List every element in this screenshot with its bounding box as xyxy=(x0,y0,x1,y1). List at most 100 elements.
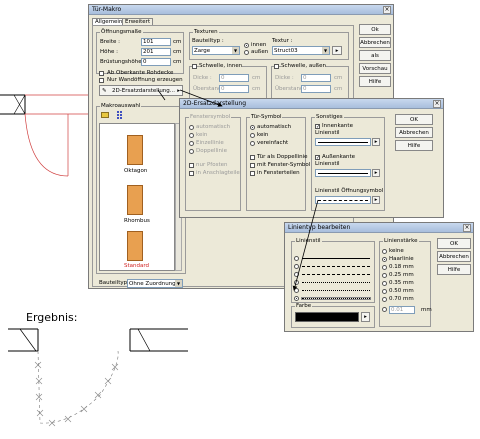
folder-icon[interactable] xyxy=(101,112,109,118)
schwelle-innen-dicke-input[interactable]: 0 xyxy=(219,74,249,82)
linienstaerke-option-radio[interactable] xyxy=(382,297,387,302)
linienstil-1-next-button[interactable]: ▸ xyxy=(372,138,380,146)
linienstil-oeffnung-next-button[interactable]: ▸ xyxy=(372,196,380,204)
linien-ok-button[interactable]: OK xyxy=(437,238,471,249)
linienstil-option-line[interactable] xyxy=(302,282,370,283)
custom-staerke-radio[interactable] xyxy=(382,307,387,312)
linienstaerke-option-radio[interactable] xyxy=(382,289,387,294)
tuer-automatisch-label: automatisch xyxy=(257,124,292,130)
in-anschlagteile-checkbox[interactable] xyxy=(189,171,194,176)
schwelle-aussen-dicke-input[interactable]: 0 xyxy=(301,74,331,82)
hoehe-unit: cm xyxy=(173,49,182,55)
tuer-doppellinie-checkbox[interactable] xyxy=(250,155,255,160)
linienstaerke-option-radio[interactable] xyxy=(382,249,387,254)
aussenkante-checkbox[interactable]: ✓ xyxy=(315,155,320,161)
linienstaerke-option-label: keine xyxy=(389,248,404,254)
macro-rhombus-label[interactable]: Rhombus xyxy=(124,218,150,225)
close-icon[interactable]: × xyxy=(383,6,391,14)
linienstil-1-select[interactable] xyxy=(315,138,371,146)
tuer-vereinfacht-radio[interactable] xyxy=(250,141,255,146)
ab-oberkante-label: Ab Oberkante Rohdecke xyxy=(107,70,174,76)
bruestung-input[interactable]: 0 xyxy=(141,58,171,66)
fen-automatisch-radio[interactable] xyxy=(189,125,194,130)
breite-input[interactable]: 101 xyxy=(141,38,171,46)
farbe-next-button[interactable]: ▸ xyxy=(361,312,370,322)
linienstil-option-line[interactable] xyxy=(302,274,370,275)
macro-oktagon-thumb[interactable] xyxy=(127,135,143,165)
linienstaerke-option-label: 0.70 mm xyxy=(389,296,414,302)
als-standard-button[interactable]: als Standard xyxy=(359,50,391,69)
linienstil-2-next-button[interactable]: ▸ xyxy=(372,169,380,177)
hoehe-input[interactable]: 201 xyxy=(141,48,171,56)
linienstil-option-radio[interactable] xyxy=(294,256,299,261)
fen-kein-radio[interactable] xyxy=(189,133,194,138)
aussen-radio[interactable] xyxy=(244,50,249,55)
innen-radio[interactable] xyxy=(244,43,249,48)
linienstaerke-option-radio[interactable] xyxy=(382,265,387,270)
macro-standard-thumb[interactable] xyxy=(127,231,143,261)
linien-hilfe-button[interactable]: Hilfe xyxy=(437,264,471,275)
macro-rhombus-thumb[interactable] xyxy=(127,185,143,215)
linienstil-option-radio[interactable] xyxy=(294,272,299,277)
macro-oktagon-label[interactable]: Oktagon xyxy=(124,168,147,175)
schwelle-aussen-ueberstand-input[interactable]: 0 xyxy=(301,85,331,93)
mit-fenster-symbol-checkbox[interactable] xyxy=(250,163,255,168)
ersatz-dialog: 2D-Ersatzdarstellung × Fenstersymbol auto… xyxy=(179,98,444,218)
ersatz-hilfe-button[interactable]: Hilfe xyxy=(395,140,433,151)
linien-abbrechen-button[interactable]: Abbrechen xyxy=(437,251,471,262)
close-icon[interactable]: × xyxy=(463,224,471,232)
ok-button[interactable]: Ok xyxy=(359,24,391,35)
fen-einzellinie-radio[interactable] xyxy=(189,141,194,146)
tuer-kein-label: kein xyxy=(257,132,269,138)
schwelle-innen-ueberstand-input[interactable]: 0 xyxy=(219,85,249,93)
aussenkante-label: Außenkante xyxy=(322,154,356,160)
linienstil-option-line[interactable] xyxy=(301,297,371,300)
nur-wandoeffnung-checkbox[interactable] xyxy=(99,78,104,83)
schwelle-aussen-dicke-unit: cm xyxy=(334,75,343,81)
in-fensterteilen-checkbox[interactable] xyxy=(250,171,255,176)
custom-staerke-input[interactable]: 0.01 xyxy=(389,306,415,314)
bauteiltyp-bottom-select[interactable]: Ohne Zuordnung xyxy=(127,279,183,288)
linienstil-option-line[interactable] xyxy=(302,266,370,267)
in-anschlagteile-label: in Anschlagteile xyxy=(196,170,240,176)
schwelle-innen-checkbox[interactable] xyxy=(192,64,197,69)
linienstaerke-option-radio[interactable] xyxy=(382,257,387,262)
tuer-automatisch-radio[interactable] xyxy=(250,125,255,130)
ersatzdarstellung-button-label: 2D-Ersatzdarstellung... xyxy=(112,88,176,94)
ab-oberkante-checkbox[interactable] xyxy=(99,71,104,76)
linienstil-option-radio[interactable] xyxy=(294,296,299,301)
ersatzdarstellung-button[interactable]: ✎ 2D-Ersatzdarstellung... ▸ xyxy=(99,85,183,96)
linienstil-oeffnung-select[interactable] xyxy=(315,196,371,204)
ersatz-ok-button[interactable]: OK xyxy=(395,114,433,125)
linienstil-option-line[interactable] xyxy=(302,290,370,291)
linienstil-option-radio[interactable] xyxy=(294,264,299,269)
textur-label: Textur : xyxy=(272,38,293,44)
tuer-vereinfacht-label: vereinfacht xyxy=(257,140,289,146)
textur-select[interactable]: Struct03 xyxy=(272,46,330,55)
ersatz-abbrechen-button[interactable]: Abbrechen xyxy=(395,127,433,138)
linienstil-option-line[interactable] xyxy=(302,258,370,259)
vorschau-button[interactable]: Vorschau xyxy=(359,63,391,74)
farbe-swatch[interactable] xyxy=(295,312,359,322)
nur-pfosten-checkbox[interactable] xyxy=(189,163,194,168)
linienstil-option-radio[interactable] xyxy=(294,280,299,285)
bruestung-unit: cm xyxy=(173,59,182,65)
schwelle-innen-dicke-unit: cm xyxy=(252,75,261,81)
abbrechen-button[interactable]: Abbrechen xyxy=(359,37,391,48)
list-view-icon[interactable] xyxy=(117,111,122,119)
fen-doppellinie-radio[interactable] xyxy=(189,149,194,154)
schwelle-aussen-checkbox[interactable] xyxy=(274,64,279,69)
tuer-kein-radio[interactable] xyxy=(250,133,255,138)
linienstaerke-option-radio[interactable] xyxy=(382,281,387,286)
hilfe-button[interactable]: Hilfe xyxy=(359,76,391,87)
pencil-icon: ✎ xyxy=(102,88,107,94)
textur-next-button[interactable]: ▸ xyxy=(332,46,342,55)
close-icon[interactable]: × xyxy=(433,100,441,108)
linienstaerke-option-radio[interactable] xyxy=(382,273,387,278)
texturen-bauteiltyp-select[interactable]: Zarge xyxy=(192,46,240,55)
linienstil-2-select[interactable] xyxy=(315,169,371,177)
linienstil-option-radio[interactable] xyxy=(294,288,299,293)
makroauswahl-label: Makroauswahl xyxy=(100,103,142,109)
macro-standard-label[interactable]: Standard xyxy=(124,263,149,270)
innenkante-checkbox[interactable]: ✓ xyxy=(315,124,320,130)
